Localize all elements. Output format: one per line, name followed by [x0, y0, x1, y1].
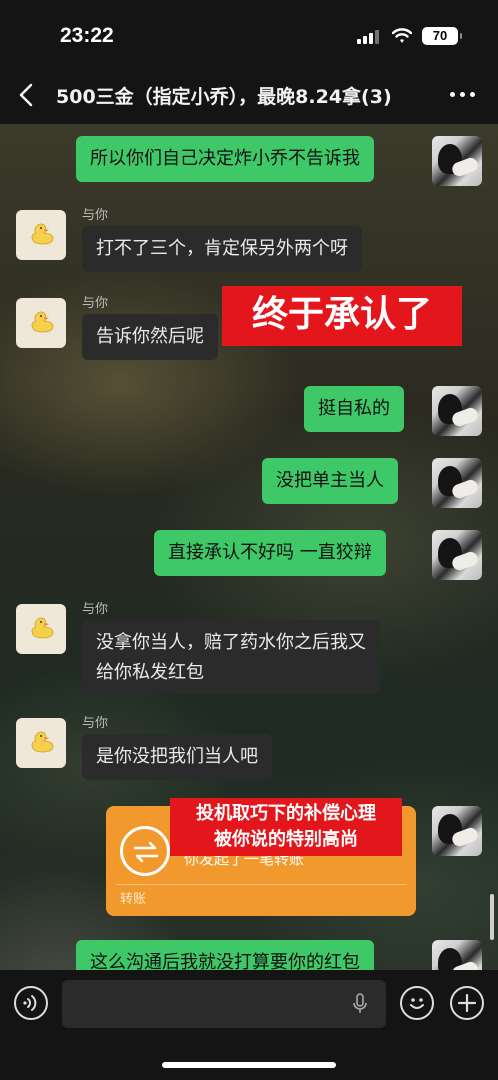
avatar-self[interactable] — [432, 386, 482, 436]
sticker-line: 被你说的特别高尚 — [214, 829, 358, 850]
chat-header: 500三金（指定小乔），最晚8.24拿(3) — [0, 66, 498, 124]
red-caption-sticker: 投机取巧下的补偿心理 被你说的特别高尚 — [170, 798, 402, 856]
message-text-line: 给你私发红包 — [96, 662, 204, 683]
duck-icon — [31, 311, 54, 333]
chat-title: 500三金（指定小乔），最晚8.24拿(3) — [56, 86, 392, 108]
sender-name: 与你 — [82, 296, 109, 311]
avatar-self[interactable] — [432, 530, 482, 580]
sender-name: 与你 — [82, 208, 109, 223]
message-bubble-other[interactable]: 没拿你当人，赔了药水你之后我又 给你私发红包 — [82, 620, 380, 694]
avatar-other[interactable] — [16, 298, 66, 348]
mic-icon[interactable] — [352, 993, 368, 1015]
transfer-label: 转账 — [120, 892, 147, 907]
emoji-icon[interactable] — [400, 986, 434, 1020]
scrollbar[interactable] — [490, 894, 494, 940]
duck-icon — [31, 617, 54, 639]
message-bubble-self[interactable]: 直接承认不好吗 一直狡辩 — [154, 530, 386, 576]
message-bubble-other[interactable]: 是你没把我们当人吧 — [82, 734, 272, 780]
status-time: 23:22 — [60, 24, 114, 47]
message-text-line: 没拿你当人，赔了药水你之后我又 — [96, 632, 366, 653]
status-bar: 23:22 70 — [0, 0, 498, 66]
message-bubble-self[interactable]: 挺自私的 — [304, 386, 404, 432]
message-bubble-self[interactable]: 没把单主当人 — [262, 458, 398, 504]
wifi-icon — [392, 28, 412, 43]
home-indicator — [162, 1062, 336, 1068]
input-bar — [0, 970, 498, 1080]
sender-name: 与你 — [82, 602, 109, 617]
battery-indicator: 70 — [422, 27, 462, 45]
plus-icon[interactable] — [450, 986, 484, 1020]
signal-icon — [357, 30, 379, 44]
avatar-other[interactable] — [16, 718, 66, 768]
sticker-line: 投机取巧下的补偿心理 — [196, 803, 376, 824]
message-input[interactable] — [62, 980, 386, 1028]
duck-icon — [31, 731, 54, 753]
voice-icon[interactable] — [14, 986, 48, 1020]
back-icon[interactable] — [16, 82, 40, 108]
transfer-icon — [120, 826, 170, 876]
avatar-self[interactable] — [432, 136, 482, 186]
avatar-other[interactable] — [16, 604, 66, 654]
duck-icon — [31, 223, 54, 245]
red-caption-sticker: 终于承认了 — [222, 286, 462, 346]
transfer-divider — [116, 884, 406, 885]
message-bubble-other[interactable]: 告诉你然后呢 — [82, 314, 218, 360]
avatar-self[interactable] — [432, 458, 482, 508]
avatar-other[interactable] — [16, 210, 66, 260]
message-bubble-other[interactable]: 打不了三个，肯定保另外两个呀 — [82, 226, 362, 272]
avatar-self[interactable] — [432, 806, 482, 856]
more-icon[interactable] — [450, 84, 476, 104]
message-bubble-self[interactable]: 所以你们自己决定炸小乔不告诉我 — [76, 136, 374, 182]
sender-name: 与你 — [82, 716, 109, 731]
